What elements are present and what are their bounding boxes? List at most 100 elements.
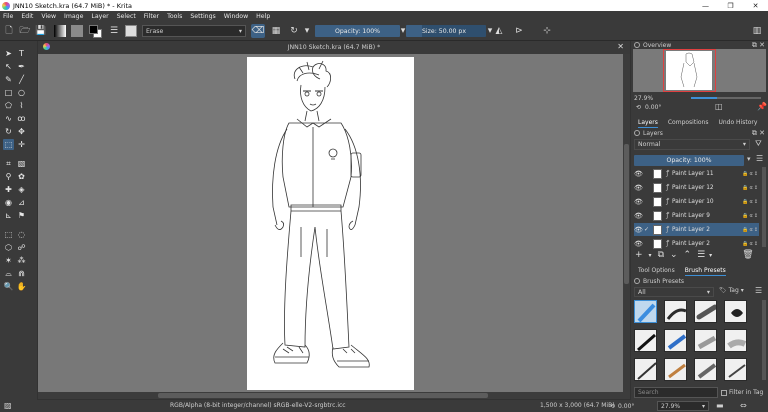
- duplicate-layer-icon[interactable]: ⧉: [658, 250, 664, 260]
- smart-patch-tool-icon[interactable]: ✚: [3, 184, 14, 195]
- polygonal-select-tool-icon[interactable]: ⬡: [3, 242, 14, 253]
- minimize-button[interactable]: —: [693, 0, 718, 11]
- overview-zoom-slider[interactable]: [691, 97, 761, 99]
- layer-row[interactable]: 👁 ꝭ Paint Layer 11 🔒α↕: [634, 167, 759, 180]
- freehand-select-tool-icon[interactable]: ☍: [16, 242, 27, 253]
- menu-view[interactable]: View: [41, 13, 56, 20]
- zoom-field[interactable]: 27.9% ▾: [657, 401, 709, 411]
- new-document-icon[interactable]: 🗋: [3, 24, 15, 38]
- menu-settings[interactable]: Settings: [190, 13, 215, 20]
- filter-in-tag-checkbox[interactable]: Filter in Tag: [721, 389, 763, 396]
- gradient-tool-icon[interactable]: ▧: [16, 158, 27, 169]
- pan-tool-icon[interactable]: ✋: [16, 281, 27, 292]
- dynamic-brush-tool-icon[interactable]: ↻: [3, 126, 14, 137]
- magnetic-select-tool-icon[interactable]: ⋒: [16, 268, 27, 279]
- rectangular-select-tool-icon[interactable]: ⬚: [3, 229, 14, 240]
- brush-preset-icon[interactable]: [124, 24, 138, 38]
- rotation-field[interactable]: ⟲ 0.00°: [610, 401, 642, 411]
- mirror-vertical-icon[interactable]: ⊳: [512, 24, 526, 38]
- layer-properties-icons[interactable]: 🔒α↕: [742, 185, 759, 191]
- horizontal-scrollbar[interactable]: [38, 392, 623, 399]
- layer-properties-icons[interactable]: 🔒α↕: [742, 171, 759, 177]
- lock-icon[interactable]: [634, 42, 640, 48]
- zoom-tool-icon[interactable]: 🔍: [3, 281, 14, 292]
- docker-float-close-icon[interactable]: ⧉ ✕: [752, 129, 765, 138]
- rectangle-tool-icon[interactable]: □: [3, 87, 14, 98]
- brush-search-input[interactable]: Search: [634, 387, 718, 398]
- overview-preview[interactable]: [633, 49, 766, 92]
- move-tool-icon[interactable]: ✛: [16, 139, 27, 150]
- chevron-down-icon[interactable]: ▾: [303, 24, 311, 38]
- blend-mode-select[interactable]: Erase ▾: [142, 25, 246, 37]
- layer-row[interactable]: 👁 ꝭ Paint Layer 10 🔒α↕: [634, 195, 759, 208]
- calligraphy-tool-icon[interactable]: ✒: [16, 61, 27, 72]
- close-document-icon[interactable]: ✕: [617, 42, 624, 51]
- preserve-alpha-icon[interactable]: ▦: [269, 24, 283, 38]
- brush-size-slider[interactable]: Size: 50.00 px: [406, 25, 486, 37]
- brush-tool-icon[interactable]: ✎: [3, 74, 14, 85]
- chevron-down-icon[interactable]: ▾: [709, 252, 712, 259]
- multibrush-tool-icon[interactable]: ✥: [16, 126, 27, 137]
- wrap-around-icon[interactable]: ⊹: [540, 24, 554, 38]
- brush-preset-sketch[interactable]: [724, 358, 747, 381]
- measure-tool-icon[interactable]: ⊾: [3, 210, 14, 221]
- visibility-eye-icon[interactable]: 👁: [634, 226, 643, 234]
- chevron-down-icon[interactable]: ▾: [649, 252, 652, 259]
- brush-preset-ink-pen[interactable]: [664, 300, 687, 323]
- menu-edit[interactable]: Edit: [21, 13, 33, 20]
- edit-shapes-tool-icon[interactable]: ↖: [3, 61, 14, 72]
- assistant-tool-icon[interactable]: ⊿: [16, 197, 27, 208]
- layer-row[interactable]: 👁 ꝭ Paint Layer 9 🔒α↕: [634, 209, 759, 222]
- eraser-mode-icon[interactable]: ⌫: [251, 24, 265, 38]
- workspace-icon[interactable]: ▥: [750, 24, 764, 38]
- ellipse-tool-icon[interactable]: ○: [16, 87, 27, 98]
- fg-bg-color-icon[interactable]: [88, 24, 104, 38]
- layer-properties-icons[interactable]: 🔒α↕: [742, 213, 759, 219]
- brush-preset-airbrush[interactable]: [694, 300, 717, 323]
- overview-viewport-rect[interactable]: [663, 49, 716, 92]
- layer-list-scrollbar[interactable]: [762, 167, 766, 247]
- brush-preset-soft[interactable]: [694, 329, 717, 352]
- menu-image[interactable]: Image: [64, 13, 83, 20]
- tab-compositions[interactable]: Compositions: [668, 119, 709, 128]
- mirror-horizontal-icon[interactable]: ◭: [492, 24, 506, 38]
- crop-tool-icon[interactable]: ⌗: [3, 158, 14, 169]
- layer-properties-icons[interactable]: 🔒α↕: [742, 241, 759, 247]
- delete-layer-icon[interactable]: 🗑: [742, 250, 753, 260]
- gradient-swatch-icon[interactable]: [53, 24, 67, 38]
- canvas-area[interactable]: JNN10 Sketch.kra (64.7 MiB) * ✕: [38, 41, 630, 399]
- similar-color-select-tool-icon[interactable]: ⁂: [16, 255, 27, 266]
- line-tool-icon[interactable]: ╱: [16, 74, 27, 85]
- contiguous-select-tool-icon[interactable]: ✶: [3, 255, 14, 266]
- menu-tools[interactable]: Tools: [167, 13, 182, 20]
- brush-preset-blender[interactable]: [724, 329, 747, 352]
- text-tool-icon[interactable]: T: [16, 48, 27, 59]
- layer-blend-mode-select[interactable]: Normal ▾: [634, 139, 750, 150]
- select-shapes-tool-icon[interactable]: ➤: [3, 48, 14, 59]
- menu-select[interactable]: Select: [117, 13, 136, 20]
- layer-properties-icons[interactable]: 🔒α↕: [742, 199, 759, 205]
- move-layer-up-icon[interactable]: ⌃: [684, 250, 692, 260]
- vertical-scrollbar[interactable]: [623, 54, 630, 399]
- pin-icon[interactable]: 📌: [757, 102, 767, 111]
- menu-filter[interactable]: Filter: [144, 13, 159, 20]
- zoom-fit-icon[interactable]: ⇔: [740, 401, 747, 410]
- horizontal-scroll-thumb[interactable]: [158, 393, 488, 398]
- lock-icon[interactable]: [634, 130, 640, 136]
- layer-row[interactable]: 👁 ꝭ Paint Layer 12 🔒α↕: [634, 181, 759, 194]
- save-document-icon[interactable]: 💾: [35, 24, 47, 38]
- menu-help[interactable]: Help: [256, 13, 270, 20]
- bezier-select-tool-icon[interactable]: ⌓: [3, 268, 14, 279]
- color-picker-tool-icon[interactable]: ⚲: [3, 171, 14, 182]
- menu-layer[interactable]: Layer: [91, 13, 108, 20]
- reference-tool-icon[interactable]: ⚑: [16, 210, 27, 221]
- tab-brush-presets[interactable]: Brush Presets: [684, 267, 726, 276]
- visibility-eye-icon[interactable]: 👁: [634, 240, 643, 248]
- brush-preset-blob[interactable]: [724, 300, 747, 323]
- vertical-scroll-thumb[interactable]: [624, 144, 629, 284]
- reload-preset-icon[interactable]: ↻: [287, 24, 301, 38]
- zoom-mode-icon[interactable]: ▬: [716, 401, 724, 410]
- move-layer-down-icon[interactable]: ⌄: [670, 250, 678, 260]
- layer-opacity-slider[interactable]: Opacity: 100%: [634, 155, 744, 166]
- menu-file[interactable]: File: [3, 13, 13, 20]
